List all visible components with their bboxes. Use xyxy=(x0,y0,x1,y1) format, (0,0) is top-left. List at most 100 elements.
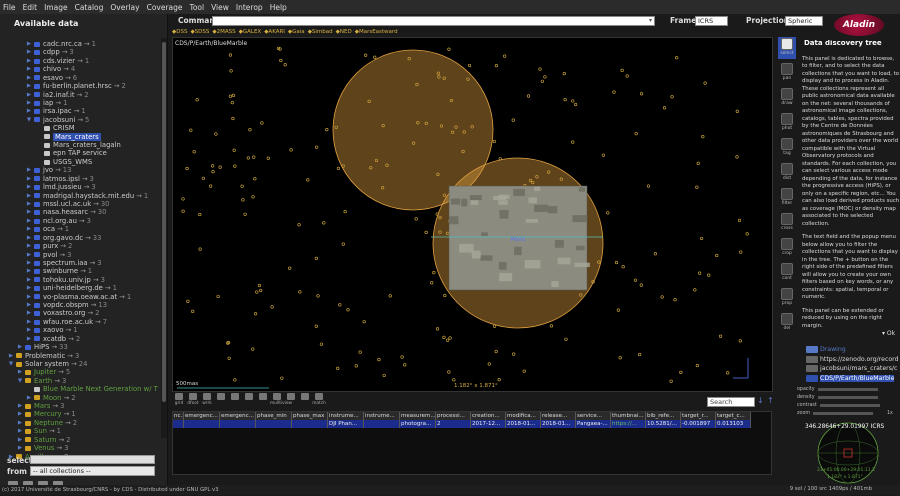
table-tool[interactable] xyxy=(284,393,298,401)
collapsed-toggle-icon[interactable]: ▶ xyxy=(17,427,23,435)
table-cell[interactable]: 10.5281/... xyxy=(646,420,681,428)
help-ok-button[interactable]: ▾ Ok xyxy=(882,330,895,337)
table-tool[interactable] xyxy=(298,393,312,401)
layer-item[interactable]: https://zenodo.org/record xyxy=(806,355,899,364)
menu-file[interactable]: File xyxy=(3,3,16,12)
from-dropdown[interactable]: -- all collections -- xyxy=(30,466,155,476)
collapsed-toggle-icon[interactable]: ▶ xyxy=(26,217,32,225)
expanded-toggle-icon[interactable]: ▼ xyxy=(8,360,14,368)
table-cell[interactable] xyxy=(364,420,400,428)
layer-item[interactable]: Drawing xyxy=(806,345,846,354)
column-header[interactable]: nc... xyxy=(173,412,184,420)
tree-item[interactable]: ▶ oca → 1 xyxy=(26,225,69,233)
tree-item[interactable]: ▼ Earth → 3 xyxy=(17,377,66,385)
tree-item[interactable]: ▶ xcatdb → 2 xyxy=(26,335,80,343)
collapsed-toggle-icon[interactable]: ▶ xyxy=(17,368,23,376)
globe-panel[interactable]: 346.28646+29.01997 ICRS 23+05:00.00+29:0… xyxy=(797,421,900,485)
collapsed-toggle-icon[interactable]: ▶ xyxy=(26,335,32,343)
table-cell[interactable] xyxy=(184,420,220,428)
table-cell[interactable]: photogra... xyxy=(400,420,436,428)
tool-draw[interactable]: draw xyxy=(778,87,796,109)
tree-item[interactable]: ▶ fu-berlin.planet.hrsc → 2 xyxy=(26,82,126,90)
tree-item[interactable]: ▶ vo-plasma.oeaw.ac.at → 1 xyxy=(26,293,131,301)
search-up-icon[interactable]: ↑ xyxy=(767,396,774,405)
collapsed-toggle-icon[interactable]: ▶ xyxy=(26,208,32,216)
tree-item[interactable]: ▶ mssl.ucl.ac.uk → 30 xyxy=(26,200,110,208)
measurement-table[interactable]: nc...emergenc...emergenc...phase_minphas… xyxy=(172,411,772,475)
tree-item[interactable]: ▶ uni-heidelberg.de → 1 xyxy=(26,284,117,292)
column-header[interactable]: instrume... xyxy=(364,412,400,420)
collapsed-toggle-icon[interactable]: ▶ xyxy=(26,107,32,115)
tree-item[interactable]: ▶ HiPS → 33 xyxy=(17,343,68,351)
column-header[interactable]: modifica... xyxy=(506,412,541,420)
tree-item[interactable]: ▶ swinburne → 1 xyxy=(26,267,92,275)
tree-item[interactable]: ▶ Venus → 3 xyxy=(17,444,69,452)
tree-item[interactable]: ▶ esavo → 6 xyxy=(26,74,77,82)
scroll-thumb[interactable] xyxy=(162,42,166,402)
tool-prop[interactable]: prop xyxy=(778,287,796,309)
menu-catalog[interactable]: Catalog xyxy=(75,3,104,12)
survey-shortcut[interactable]: ◆NED xyxy=(336,29,352,35)
collapsed-toggle-icon[interactable]: ▶ xyxy=(26,183,32,191)
tree-item[interactable]: ▶ Neptune → 2 xyxy=(17,419,77,427)
table-cell[interactable] xyxy=(292,420,328,428)
table-tool[interactable] xyxy=(214,393,228,401)
menu-overlay[interactable]: Overlay xyxy=(110,3,139,12)
collapsed-toggle-icon[interactable]: ▶ xyxy=(26,394,32,402)
menu-edit[interactable]: Edit xyxy=(23,3,38,12)
layer-item[interactable]: CDS/P/Earth/BlueMarble xyxy=(806,374,895,383)
tree-item[interactable]: ▶ Mercury → 1 xyxy=(17,410,76,418)
tree-item[interactable]: ▶ pvol → 3 xyxy=(26,251,72,259)
collapsed-toggle-icon[interactable]: ▶ xyxy=(17,444,23,452)
menu-coverage[interactable]: Coverage xyxy=(147,3,183,12)
tool-crop[interactable]: crop xyxy=(778,237,796,259)
layer-item[interactable]: jacobsuni/mars_craters/c xyxy=(806,364,897,373)
survey-shortcut[interactable]: ◆AKARI xyxy=(264,29,285,35)
slider-track[interactable] xyxy=(813,412,874,415)
tree-item[interactable]: ▶ jvo → 13 xyxy=(26,166,72,174)
tool-select[interactable]: select xyxy=(778,37,796,59)
collapsed-toggle-icon[interactable]: ▶ xyxy=(26,234,32,242)
tree-item[interactable]: ▶ Moon → 2 xyxy=(26,394,76,402)
table-cell[interactable] xyxy=(256,420,292,428)
table-cell[interactable]: 2 xyxy=(436,420,471,428)
collapsed-toggle-icon[interactable]: ▶ xyxy=(26,242,32,250)
collapsed-toggle-icon[interactable]: ▶ xyxy=(26,40,32,48)
column-header[interactable]: creation... xyxy=(471,412,506,420)
table-cell[interactable]: DJI Phan... xyxy=(328,420,364,428)
tree-item[interactable]: ▶ ncl.org.au → 3 xyxy=(26,217,91,225)
column-header[interactable]: target_c... xyxy=(716,412,751,420)
tree-item[interactable]: epn TAP service xyxy=(36,149,107,157)
menu-help[interactable]: Help xyxy=(270,3,287,12)
search-input[interactable]: Search xyxy=(707,397,755,407)
tool-cross[interactable]: cross xyxy=(778,212,796,234)
tree-item[interactable]: ▶ cadc.nrc.ca → 1 xyxy=(26,40,96,48)
command-input[interactable]: ▾ xyxy=(212,16,655,26)
table-cell[interactable] xyxy=(173,420,184,428)
collapsed-toggle-icon[interactable]: ▶ xyxy=(26,74,32,82)
survey-shortcut[interactable]: ◆Gaia xyxy=(288,29,305,35)
survey-shortcut[interactable]: ◆Simbad xyxy=(308,29,333,35)
collapsed-toggle-icon[interactable]: ▶ xyxy=(17,410,23,418)
property-slider[interactable]: contrast xyxy=(797,403,880,408)
collapsed-toggle-icon[interactable]: ▶ xyxy=(26,259,32,267)
tree-item[interactable]: USGS_WMS xyxy=(36,158,92,166)
collapsed-toggle-icon[interactable]: ▶ xyxy=(26,326,32,334)
tool-cont[interactable]: cont xyxy=(778,262,796,284)
tree-item[interactable]: ▶ Mars → 3 xyxy=(17,402,65,410)
collapsed-toggle-icon[interactable]: ▶ xyxy=(26,82,32,90)
tree-item[interactable]: ▶ iap → 1 xyxy=(26,99,68,107)
property-slider[interactable]: opacity xyxy=(797,387,878,392)
column-header[interactable]: release... xyxy=(541,412,576,420)
tool-dist[interactable]: dist xyxy=(778,162,796,184)
column-header[interactable]: emergenc... xyxy=(184,412,220,420)
tree-item[interactable]: ▶ Saturn → 2 xyxy=(17,436,71,444)
collapsed-toggle-icon[interactable]: ▶ xyxy=(26,293,32,301)
tree-item[interactable]: ▼ jacobsuni → 5 xyxy=(26,116,89,124)
collapsed-toggle-icon[interactable]: ▶ xyxy=(17,419,23,427)
tree-item[interactable]: Blue Marble Next Generation w/ T xyxy=(26,385,158,393)
tree-item[interactable]: ▶ xaovo → 1 xyxy=(26,326,78,334)
column-header[interactable]: phase_min xyxy=(256,412,292,420)
collapsed-toggle-icon[interactable]: ▶ xyxy=(8,352,14,360)
table-tool[interactable]: wrrk xyxy=(200,393,214,406)
